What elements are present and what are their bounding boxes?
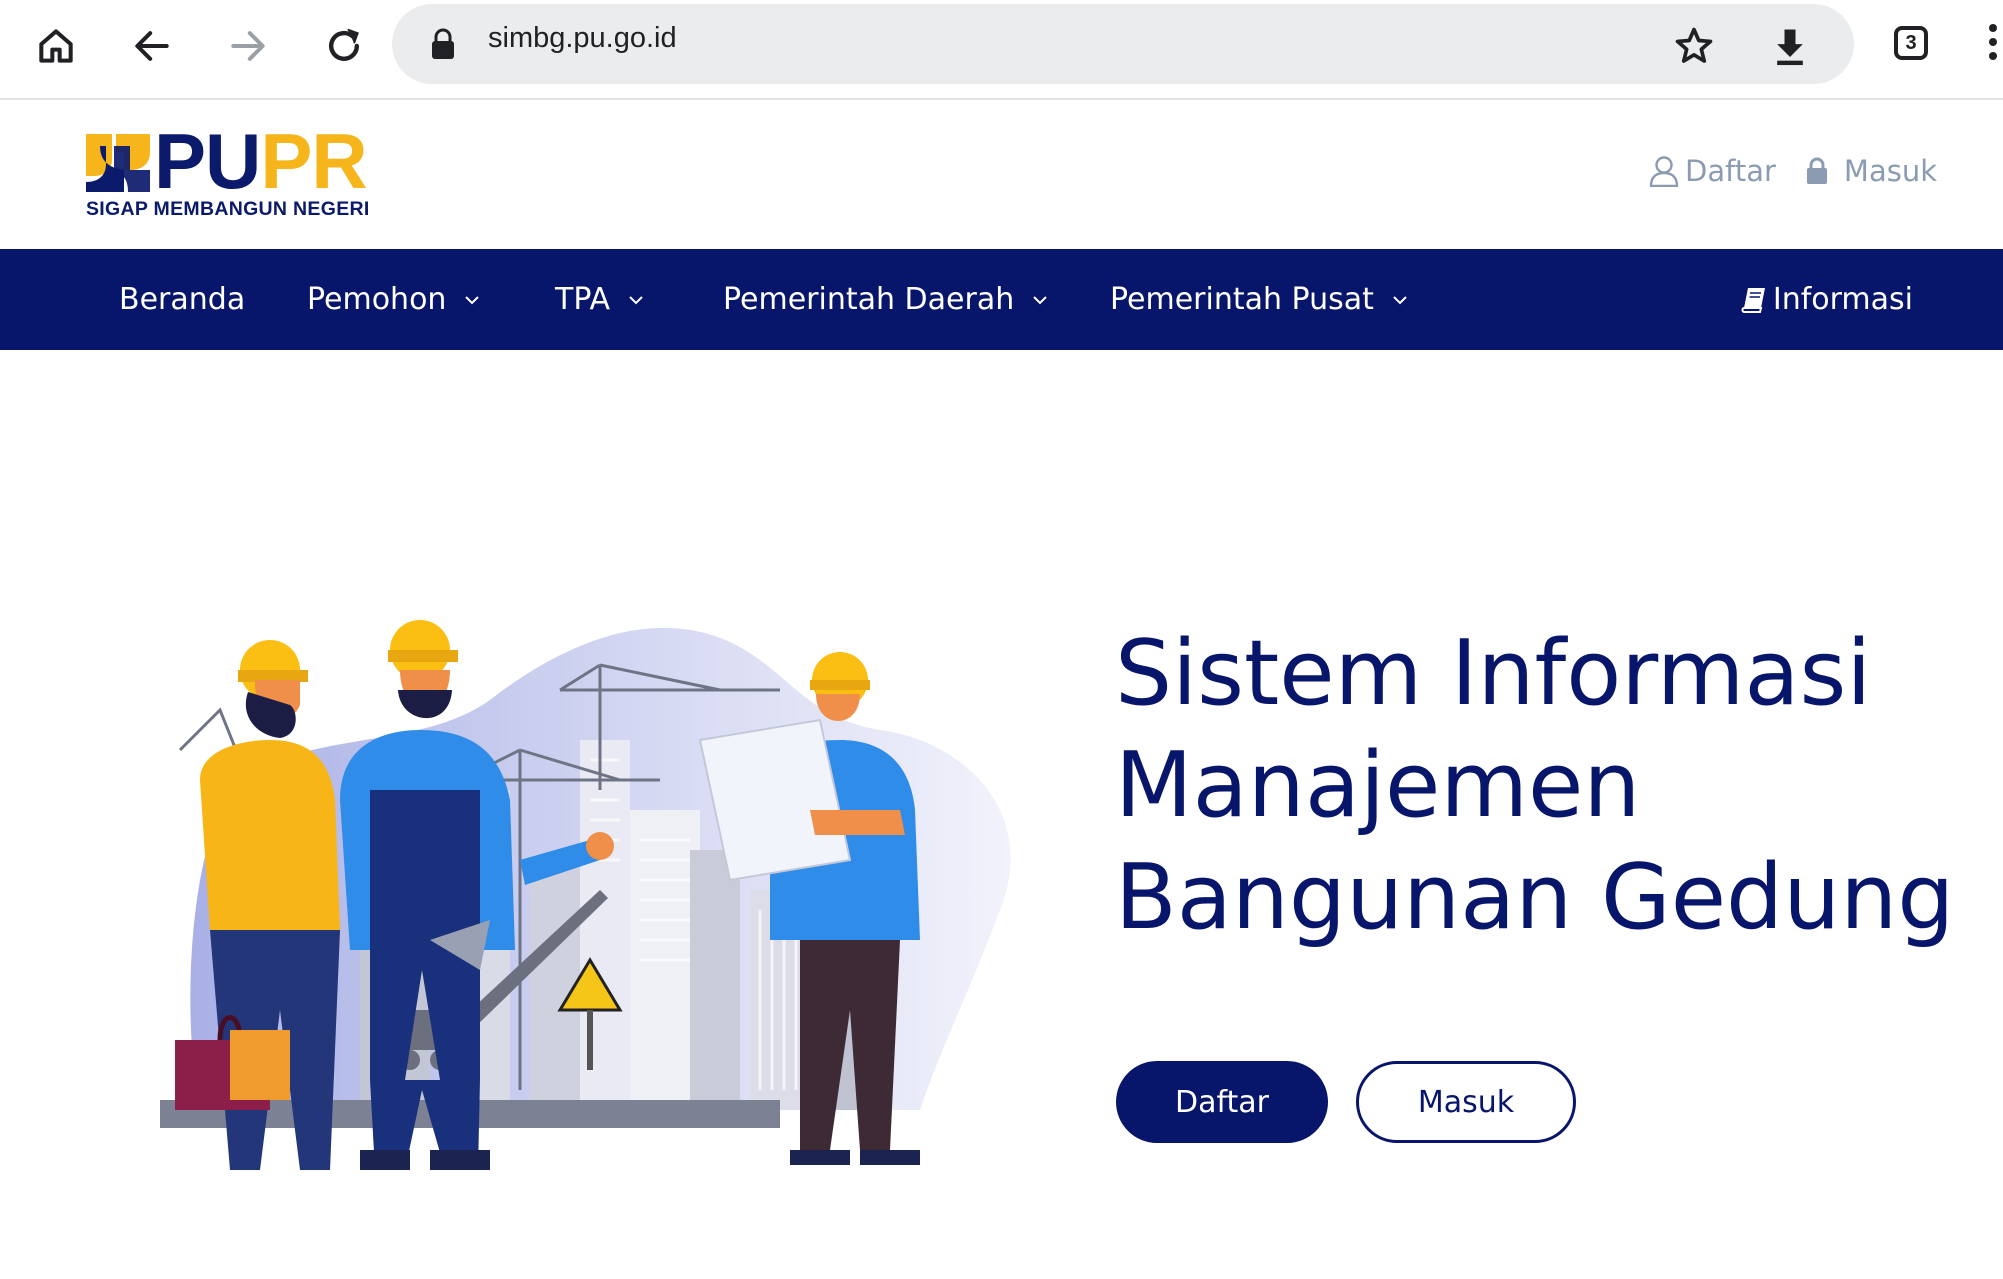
- hero-title: Sistem Informasi Manajemen Bangunan Gedu…: [1115, 618, 1975, 954]
- nav-item-informasi[interactable]: Informasi: [1741, 249, 1913, 350]
- chevron-down-icon: [629, 295, 643, 304]
- bookmark-star-icon[interactable]: [1666, 18, 1722, 74]
- forward-arrow-icon[interactable]: [220, 18, 276, 74]
- hero-title-line: Sistem Informasi: [1115, 621, 1872, 726]
- login-link-label: Masuk: [1843, 154, 1937, 188]
- nav-info-label: Informasi: [1772, 282, 1913, 317]
- register-link[interactable]: Daftar: [1649, 154, 1776, 188]
- nav-item-tpa[interactable]: TPA: [555, 249, 644, 350]
- logo-tagline: SIGAP MEMBANGUN NEGERI: [86, 198, 370, 220]
- nav-item-label: Pemerintah Pusat: [1110, 282, 1374, 317]
- chevron-down-icon: [1393, 295, 1407, 304]
- browser-toolbar: simbg.pu.go.id 3: [0, 0, 2003, 100]
- daftar-button[interactable]: Daftar: [1116, 1061, 1328, 1143]
- masuk-button[interactable]: Masuk: [1356, 1061, 1576, 1143]
- hero-title-line: Bangunan Gedung: [1115, 845, 1955, 950]
- construction-workers-illustration: [160, 620, 1011, 1170]
- nav-item-label: Pemerintah Daerah: [723, 282, 1015, 317]
- register-link-label: Daftar: [1685, 154, 1776, 188]
- nav-item-pemerintah-daerah[interactable]: Pemerintah Daerah: [723, 249, 1048, 350]
- nav-item-label: Beranda: [119, 282, 246, 317]
- login-link[interactable]: Masuk: [1804, 154, 1937, 188]
- download-icon[interactable]: [1762, 18, 1818, 74]
- book-icon: [1741, 287, 1765, 313]
- nav-item-label: TPA: [555, 282, 611, 317]
- main-navigation: Beranda Pemohon TPA Pemerintah Daerah Pe…: [0, 249, 2003, 350]
- lock-icon: [1806, 157, 1827, 184]
- url-text[interactable]: simbg.pu.go.id: [488, 22, 677, 55]
- reload-icon[interactable]: [316, 18, 372, 74]
- nav-item-pemohon[interactable]: Pemohon: [307, 249, 480, 350]
- home-icon[interactable]: [28, 18, 84, 74]
- chevron-down-icon: [465, 295, 480, 304]
- lock-icon: [432, 28, 454, 59]
- pupr-logo[interactable]: PUPR SIGAP MEMBANGUN NEGERI: [84, 122, 394, 224]
- pupr-emblem-icon: [86, 134, 150, 192]
- hero-title-line: Manajemen: [1115, 733, 1641, 838]
- logo-wordmark: PUPR: [154, 117, 368, 205]
- tab-switcher-button[interactable]: 3: [1894, 26, 1928, 60]
- chevron-down-icon: [1033, 295, 1047, 304]
- nav-item-label: Pemohon: [307, 282, 447, 317]
- nav-item-beranda[interactable]: Beranda: [119, 249, 245, 350]
- nav-item-pemerintah-pusat[interactable]: Pemerintah Pusat: [1110, 249, 1408, 350]
- auth-links: Daftar Masuk: [1649, 154, 1937, 188]
- user-icon: [1649, 156, 1679, 187]
- browser-menu-icon[interactable]: [1983, 24, 2003, 64]
- back-arrow-icon[interactable]: [124, 18, 180, 74]
